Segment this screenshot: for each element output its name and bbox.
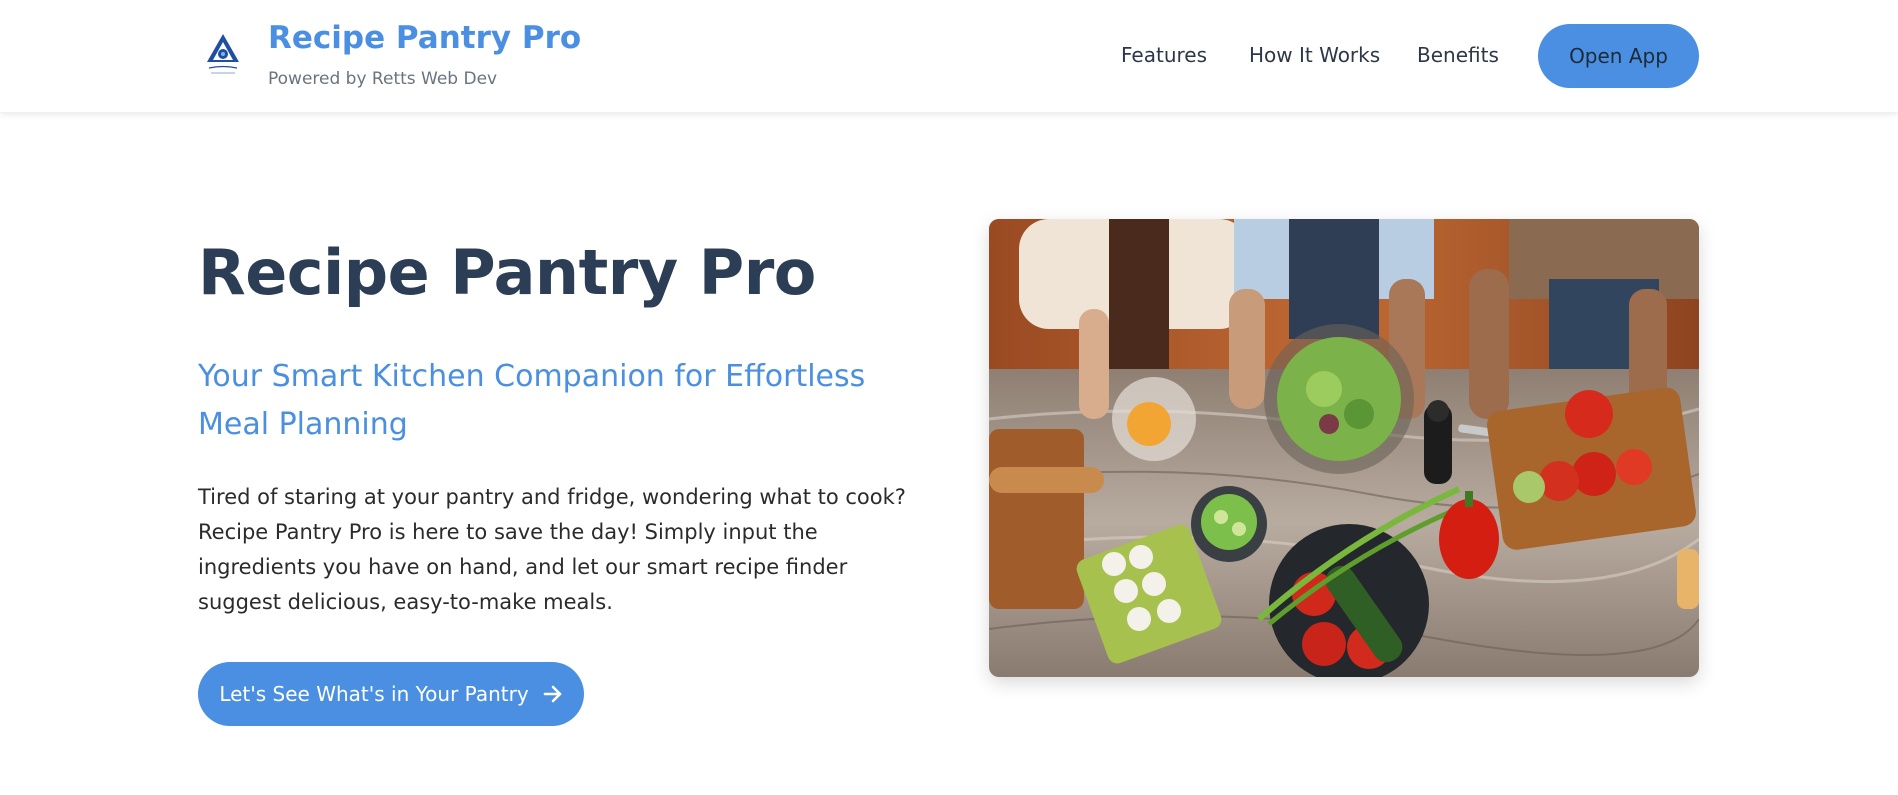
hero-title: Recipe Pantry Pro bbox=[198, 236, 816, 309]
hero-subtitle: Your Smart Kitchen Companion for Effortl… bbox=[198, 359, 866, 442]
pantry-cta-button[interactable]: Let's See What's in Your Pantry bbox=[198, 662, 584, 726]
family-cooking-photo bbox=[989, 219, 1699, 677]
brand-title[interactable]: Recipe Pantry Pro bbox=[268, 20, 581, 56]
open-app-label: Open App bbox=[1569, 44, 1668, 68]
nav-link-benefits[interactable]: Benefits bbox=[1417, 43, 1499, 67]
nav-link-how-it-works[interactable]: How It Works bbox=[1249, 43, 1380, 67]
arrow-right-icon bbox=[543, 685, 563, 703]
cta-label: Let's See What's in Your Pantry bbox=[219, 682, 529, 706]
triangle-eye-logo-icon[interactable] bbox=[203, 32, 243, 78]
open-app-button[interactable]: Open App bbox=[1538, 24, 1699, 88]
site-header: Recipe Pantry Pro Powered by Retts Web D… bbox=[0, 0, 1898, 113]
brand-subtitle: Powered by Retts Web Dev bbox=[268, 69, 498, 89]
nav-link-features[interactable]: Features bbox=[1121, 43, 1207, 67]
hero-description: Tired of staring at your pantry and frid… bbox=[198, 485, 906, 614]
